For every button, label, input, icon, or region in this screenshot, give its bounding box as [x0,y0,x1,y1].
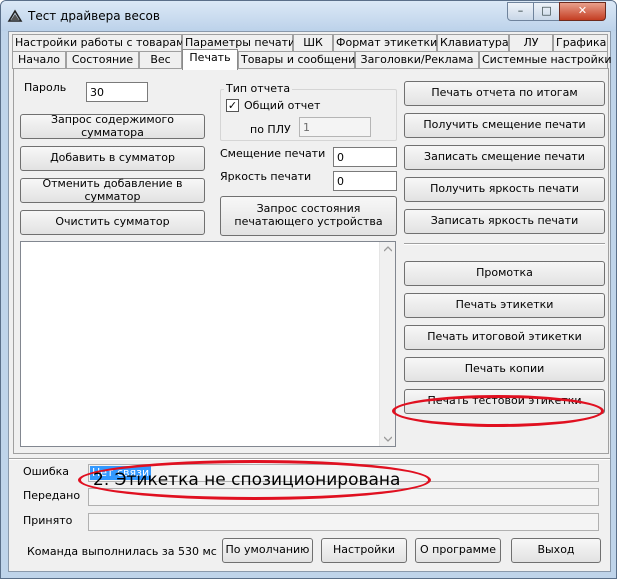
cancel-add-to-accumulator-button[interactable]: Отменить добавление в сумматор [20,177,205,203]
by-plu-input[interactable] [299,117,371,137]
error-label: Ошибка [23,465,70,478]
general-report-checkbox[interactable]: ✓ [226,99,239,112]
maximize-button[interactable]: □ [533,2,560,21]
status-separator [9,458,610,460]
sent-field [88,488,599,506]
scroll-down-icon[interactable] [384,436,392,442]
tab-keyboard[interactable]: Клавиатура [437,34,509,52]
app-window: Тест драйвера весов – □ ✕ Настройки рабо… [0,0,617,579]
right-separator [404,243,605,245]
report-type-title: Тип отчета [224,82,293,95]
annotation-text: 2. Этикетка не спозиционирована [93,470,401,490]
scale-app-icon [7,9,23,22]
command-time-text: Команда выполнилась за 530 мс [27,545,217,558]
tab-status[interactable]: Состояние [66,51,139,69]
print-totals-report-button[interactable]: Печать отчета по итогам [404,81,605,106]
print-test-label-button[interactable]: Печать тестовой этикетки [404,389,605,414]
get-brightness-button[interactable]: Получить яркость печати [404,177,605,202]
about-button[interactable]: О программе [415,538,501,563]
close-button[interactable]: ✕ [559,2,606,21]
defaults-button[interactable]: По умолчанию [222,538,313,563]
add-to-accumulator-button[interactable]: Добавить в сумматор [20,146,205,171]
tab-goods-messages[interactable]: Товары и сообщения [238,51,362,69]
by-plu-label: по ПЛУ [250,123,291,136]
feed-button[interactable]: Промотка [404,261,605,286]
set-print-offset-button[interactable]: Записать смещение печати [404,145,605,170]
print-tab-page: Пароль Запрос содержимого сумматора Доба… [13,68,609,454]
client-area: Настройки работы с товарами Параметры пе… [8,31,612,572]
received-label: Принято [23,514,73,527]
print-offset-label: Смещение печати [220,147,326,160]
sent-label: Передано [23,489,81,502]
clear-accumulator-button[interactable]: Очистить сумматор [20,210,205,235]
memo-scrollbar[interactable] [379,242,395,446]
tab-lu[interactable]: ЛУ [509,34,553,52]
get-print-offset-button[interactable]: Получить смещение печати [404,113,605,138]
title-bar[interactable]: Тест драйвера весов – □ ✕ [1,1,616,31]
query-accumulator-button[interactable]: Запрос содержимого сумматора [20,113,205,139]
minimize-button[interactable]: – [507,2,534,21]
print-total-label-button[interactable]: Печать итоговой этикетки [404,325,605,350]
tab-barcode[interactable]: ШК [293,34,333,52]
brightness-label: Яркость печати [220,170,312,183]
scroll-up-icon[interactable] [384,246,392,252]
print-label-button[interactable]: Печать этикетки [404,293,605,318]
set-brightness-button[interactable]: Записать яркость печати [404,209,605,234]
tab-headers-ads[interactable]: Заголовки/Реклама [355,51,479,69]
brightness-input[interactable] [333,171,397,191]
tab-graphics[interactable]: Графика [553,34,608,52]
password-label: Пароль [24,81,67,94]
received-field [88,513,599,531]
output-memo[interactable] [20,241,396,447]
printer-status-button[interactable]: Запрос состояния печатающего устройства [220,196,397,236]
exit-button[interactable]: Выход [511,538,601,563]
tab-product-settings[interactable]: Настройки работы с товарами [12,34,192,52]
password-input[interactable] [86,82,148,102]
settings-button[interactable]: Настройки [321,538,407,563]
tab-label-format[interactable]: Формат этикетки [333,34,437,52]
tab-weight[interactable]: Вес [139,51,182,69]
general-report-label: Общий отчет [244,99,321,112]
print-offset-input[interactable] [333,147,397,167]
tab-print[interactable]: Печать [182,49,238,70]
tab-system-settings[interactable]: Системные настройки [479,51,612,69]
window-title: Тест драйвера весов [28,9,160,23]
print-copy-button[interactable]: Печать копии [404,357,605,382]
tab-start[interactable]: Начало [12,51,66,69]
